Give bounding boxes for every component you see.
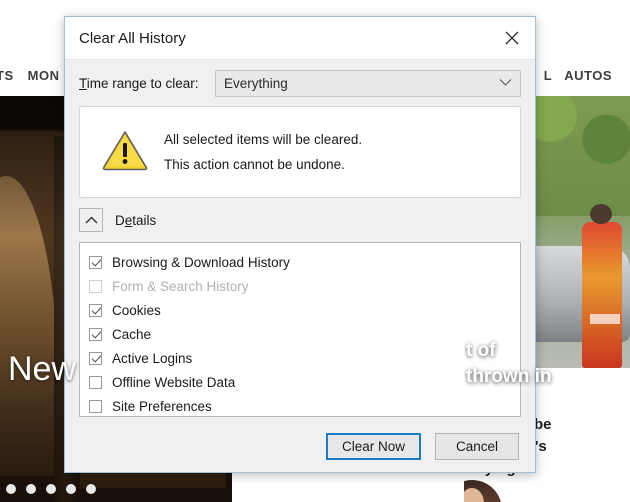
carousel-dot[interactable]: [46, 484, 56, 494]
worker-shape: [582, 204, 622, 368]
checkbox-label: Cache: [112, 326, 152, 342]
checkbox-icon[interactable]: [89, 351, 102, 365]
checkbox-row-form-search-history: Form & Search History: [89, 274, 520, 298]
cancel-button[interactable]: Cancel: [435, 432, 519, 460]
warning-box: All selected items will be cleared. This…: [79, 106, 521, 198]
dialog-titlebar: Clear All History: [65, 17, 535, 60]
checkbox-row-cache[interactable]: Cache: [89, 322, 520, 346]
hero-right-caption-line2: thrown in: [466, 366, 552, 387]
dialog-title: Clear All History: [79, 29, 186, 47]
time-range-row: Time range to clear: Everything: [79, 60, 521, 106]
time-range-label: Time range to clear:: [79, 75, 199, 91]
nav-item-4[interactable]: AUTOS: [564, 68, 612, 83]
dialog-footer: Clear Now Cancel: [79, 417, 521, 475]
time-range-select[interactable]: Everything: [215, 69, 521, 97]
checkbox-label: Cookies: [112, 302, 161, 318]
details-row[interactable]: Details: [79, 198, 521, 242]
checkbox-icon[interactable]: [89, 327, 102, 341]
chevron-up-icon[interactable]: [79, 208, 103, 232]
carousel-dot[interactable]: [66, 484, 76, 494]
dialog-body: Time range to clear: Everything All sele…: [65, 60, 535, 475]
checkbox-label: Active Logins: [112, 350, 193, 366]
hero-left-headline[interactable]: New: [8, 350, 76, 389]
details-checklist: Browsing & Download History Form & Searc…: [79, 242, 521, 417]
checkbox-row-site-preferences[interactable]: Site Preferences: [89, 394, 520, 418]
checkbox-label: Form & Search History: [112, 278, 249, 294]
checkbox-icon[interactable]: [89, 399, 102, 413]
warning-triangle-icon: [102, 129, 160, 176]
checkbox-icon[interactable]: [89, 255, 102, 269]
clear-now-button[interactable]: Clear Now: [325, 432, 421, 460]
checkbox-row-active-logins[interactable]: Active Logins: [89, 346, 520, 370]
details-label: Details: [115, 212, 157, 228]
checkbox-row-browsing-download-history[interactable]: Browsing & Download History: [89, 250, 520, 274]
carousel-dots[interactable]: [6, 484, 96, 494]
nav-item-3[interactable]: L: [544, 68, 552, 83]
checkbox-row-cookies[interactable]: Cookies: [89, 298, 520, 322]
checkbox-row-offline-website-data[interactable]: Offline Website Data: [89, 370, 520, 394]
checkbox-label: Site Preferences: [112, 398, 212, 414]
warning-texts: All selected items will be cleared. This…: [164, 127, 362, 177]
hero-right-caption[interactable]: t of thrown in: [466, 338, 551, 390]
checkbox-icon: [89, 279, 102, 293]
story-thumbnail: [464, 480, 502, 502]
hero-right-caption-line1: t of: [466, 340, 496, 361]
carousel-dot[interactable]: [6, 484, 16, 494]
chevron-down-icon: [499, 74, 512, 92]
warning-line-1: All selected items will be cleared.: [164, 132, 363, 147]
vest-stripe: [590, 314, 620, 324]
arch-shape: [0, 176, 58, 476]
checkbox-icon[interactable]: [89, 375, 102, 389]
close-icon[interactable]: [489, 17, 535, 58]
time-range-value: Everything: [224, 75, 288, 91]
checkbox-label: Offline Website Data: [112, 374, 236, 390]
carousel-dot[interactable]: [86, 484, 96, 494]
warning-line-2: This action cannot be undone.: [164, 157, 345, 172]
carousel-dot[interactable]: [26, 484, 36, 494]
nav-item-1[interactable]: TS: [0, 68, 14, 83]
nav-item-2[interactable]: MON: [28, 68, 60, 83]
clear-all-history-dialog: Clear All History Time range to clear: E…: [64, 16, 536, 473]
checkbox-icon[interactable]: [89, 303, 102, 317]
checkbox-label: Browsing & Download History: [112, 254, 290, 270]
